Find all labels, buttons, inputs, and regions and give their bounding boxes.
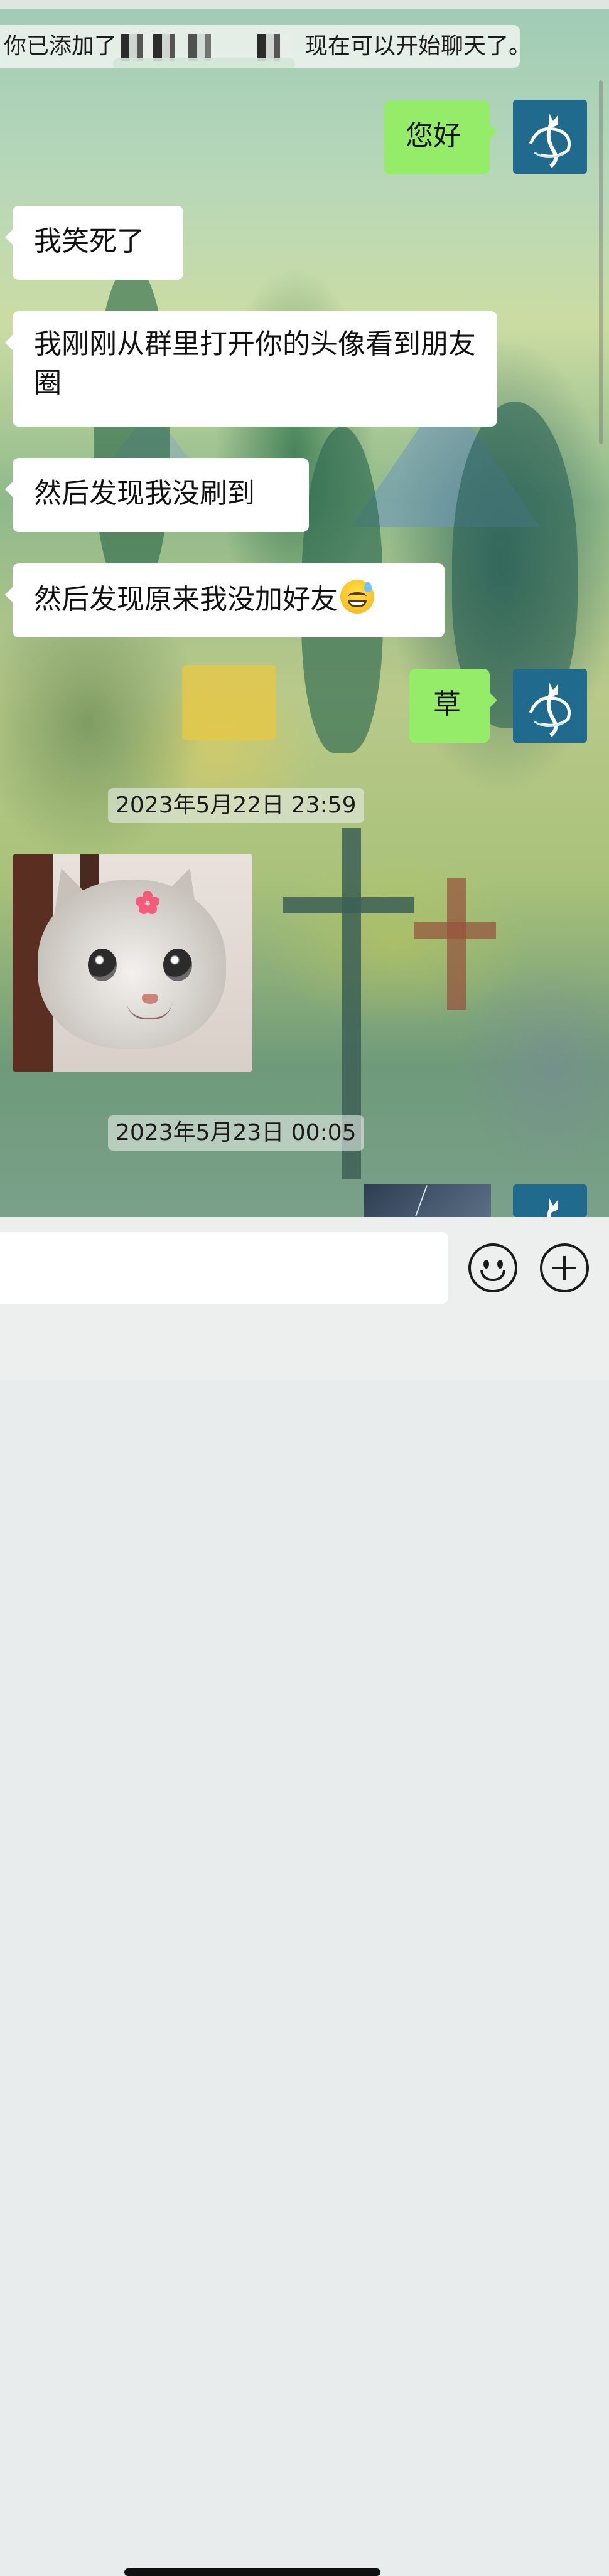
cat-eye [163,949,192,981]
censor-blur [113,58,295,68]
background-cross [414,922,496,939]
chat-background: 你已添加了 现在可以开始聊天了。 您好 我笑死了 我刚刚从群里打开你的头像看到朋友… [0,0,609,1217]
outgoing-message-bubble[interactable]: 您好 [384,100,497,174]
avatar[interactable] [513,100,587,174]
outgoing-message-bubble[interactable]: 草 [409,669,497,743]
incoming-message-bubble[interactable]: 然后发现我没刷到 [5,458,309,532]
scrollbar[interactable] [599,80,603,444]
top-strip [0,0,609,9]
message-text: 您好 [406,120,461,152]
avatar[interactable] [513,1184,587,1217]
incoming-message-bubble[interactable]: 我笑死了 [5,206,183,280]
cat-logo-avatar-icon [513,100,587,174]
message-text: 草 [433,688,461,720]
message-text: 我笑死了 [34,225,144,257]
grinning-sweat-emoji-icon [340,580,374,614]
background-cross [283,897,414,913]
incoming-message-bubble[interactable]: 然后发现原来我没加好友 [5,563,445,637]
message-text: 然后发现原来我没加好友 [34,583,338,615]
flower-icon [136,891,159,915]
cat-logo-avatar-icon [513,1184,587,1217]
background-house [182,665,276,740]
sweat-drop [364,582,372,592]
message-input[interactable] [0,1232,448,1304]
home-indicator[interactable] [124,2568,380,2576]
incoming-message-bubble[interactable]: 我刚刚从群里打开你的头像看到朋友圈 [5,311,497,427]
cat-sticker-icon [38,880,226,1049]
message-text: 然后发现我没刷到 [34,477,255,509]
image-message[interactable] [364,1184,491,1217]
timestamp: 2023年5月22日 23:59 [108,788,364,823]
input-bar [0,1217,609,2576]
avatar[interactable] [513,669,587,743]
cat-logo-avatar-icon [513,669,587,743]
system-notice: 你已添加了 现在可以开始聊天了。 [0,25,520,68]
emoji-button[interactable] [468,1243,517,1292]
background-cross [447,878,466,1010]
cat-eye [88,949,117,981]
system-notice-suffix: 现在可以开始聊天了。 [305,33,520,59]
system-notice-prefix: 你已添加了 [4,33,117,59]
image-message[interactable] [13,854,252,1072]
plus-button[interactable] [540,1243,589,1292]
message-text: 我刚刚从群里打开你的头像看到朋友圈 [34,328,476,399]
timestamp: 2023年5月23日 00:05 [108,1115,364,1151]
